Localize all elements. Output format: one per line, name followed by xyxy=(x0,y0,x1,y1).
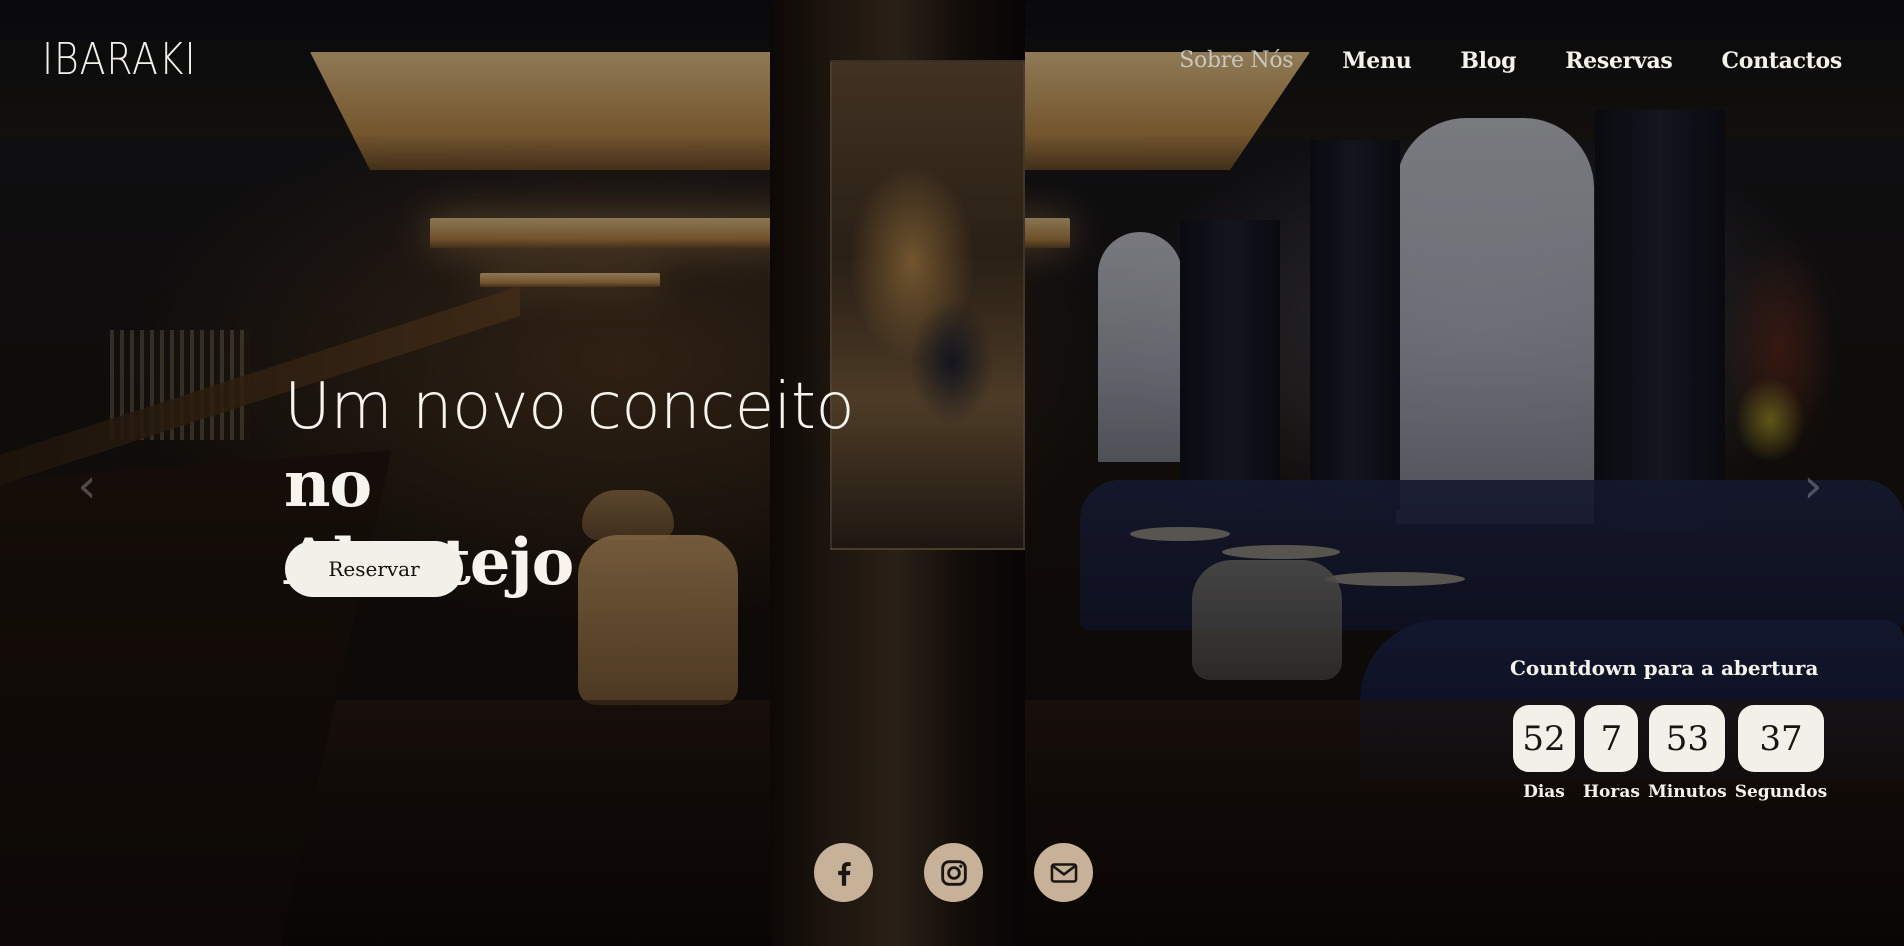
instagram-link[interactable] xyxy=(924,843,983,902)
countdown: 52 Dias 7 Horas 53 Minutos 37 Segundos xyxy=(1513,705,1827,802)
countdown-days-value: 52 xyxy=(1513,705,1575,772)
countdown-seconds-label: Segundos xyxy=(1734,782,1828,802)
instagram-icon xyxy=(940,859,967,886)
chevron-right-icon[interactable]: › xyxy=(1798,456,1828,516)
nav-item-sobre-nos[interactable]: Sobre Nós xyxy=(1179,48,1293,74)
hero-title-bold: no xyxy=(284,447,372,522)
countdown-hours-value: 7 xyxy=(1584,705,1639,772)
countdown-seconds: 37 Segundos xyxy=(1734,705,1828,802)
chevron-left-icon[interactable]: ‹ xyxy=(72,456,102,516)
main-nav: Sobre Nós Menu Blog Reservas Contactos xyxy=(1179,48,1842,74)
logo[interactable]: IBARAKI xyxy=(42,38,196,82)
hero-title-light: Um novo conceito xyxy=(284,370,855,444)
countdown-minutes-value: 53 xyxy=(1649,705,1726,772)
countdown-days-label: Dias xyxy=(1523,782,1565,802)
countdown-seconds-value: 37 xyxy=(1737,705,1824,772)
nav-item-blog[interactable]: Blog xyxy=(1460,48,1516,74)
facebook-link[interactable] xyxy=(814,843,873,902)
countdown-minutes: 53 Minutos xyxy=(1648,705,1727,802)
countdown-title: Countdown para a abertura xyxy=(1510,656,1819,680)
reservar-button[interactable]: Reservar xyxy=(285,541,463,597)
countdown-minutes-label: Minutos xyxy=(1647,782,1727,802)
nav-item-contactos[interactable]: Contactos xyxy=(1721,48,1842,74)
nav-item-reservas[interactable]: Reservas xyxy=(1565,48,1673,74)
mail-icon xyxy=(1050,862,1077,883)
countdown-days: 52 Dias xyxy=(1513,705,1575,802)
nav-item-menu[interactable]: Menu xyxy=(1342,48,1411,74)
social-links xyxy=(814,843,1093,902)
facebook-icon xyxy=(837,861,851,886)
countdown-hours-label: Horas xyxy=(1583,782,1640,802)
countdown-hours: 7 Horas xyxy=(1583,705,1640,802)
mail-link[interactable] xyxy=(1034,843,1093,902)
